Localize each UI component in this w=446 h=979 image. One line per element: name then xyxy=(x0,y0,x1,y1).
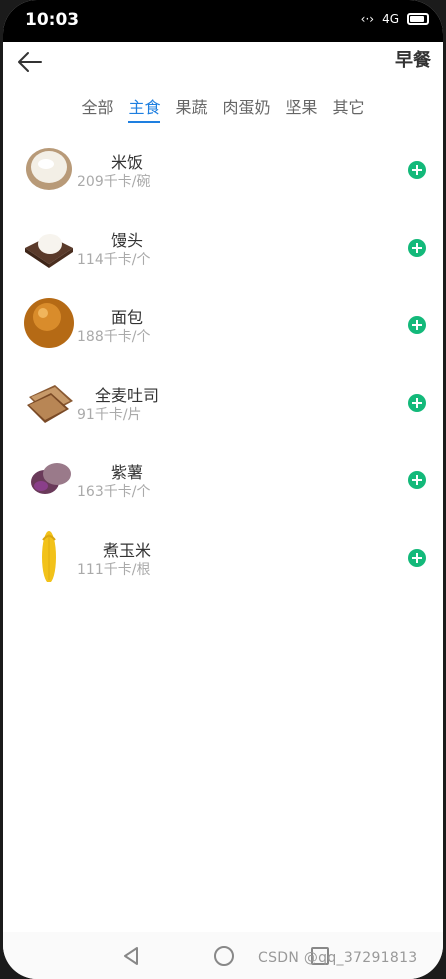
category-tabs: 全部 主食 果蔬 肉蛋奶 坚果 其它 xyxy=(3,94,443,123)
tab-fruit-veg[interactable]: 果蔬 xyxy=(175,94,207,123)
food-calories: 209千卡/碗 xyxy=(77,174,151,190)
add-icon[interactable] xyxy=(408,393,426,412)
tab-meat-egg-milk[interactable]: 肉蛋奶 xyxy=(223,94,271,123)
add-icon[interactable] xyxy=(408,316,426,334)
header: 早餐 xyxy=(3,42,443,82)
tab-nuts[interactable]: 坚果 xyxy=(286,94,318,123)
battery-icon xyxy=(407,13,429,25)
food-name: 紫薯 xyxy=(110,463,143,482)
corn-icon xyxy=(42,530,56,582)
food-name: 面包 xyxy=(110,308,143,327)
status-time: 10:03 xyxy=(25,10,80,30)
add-icon[interactable] xyxy=(408,161,426,179)
phone-screen: 10:03 ‹·› 4G 早餐 全部 主食 果蔬 肉蛋奶 坚果 其它 米饭 20… xyxy=(3,0,443,979)
food-calories: 114千卡/个 xyxy=(77,251,151,268)
add-icon[interactable] xyxy=(408,548,426,567)
food-name: 全麦吐司 xyxy=(94,385,159,405)
page-title: 早餐 xyxy=(395,50,431,71)
food-list: 米饭 209千卡/碗 馒头 114千卡/个 面包 188千卡/个 全麦吐司 91… xyxy=(3,140,443,605)
add-icon[interactable] xyxy=(408,471,426,489)
list-item[interactable]: 米饭 209千卡/碗 xyxy=(3,140,443,218)
tab-other[interactable]: 其它 xyxy=(333,94,365,123)
back-arrow-icon[interactable] xyxy=(15,48,45,76)
food-calories: 91千卡/片 xyxy=(77,406,142,423)
network-label: 4G xyxy=(382,12,399,26)
food-calories: 188千卡/个 xyxy=(77,329,151,345)
status-bar: 10:03 ‹·› 4G xyxy=(3,0,443,42)
food-calories: 111千卡/根 xyxy=(77,561,151,578)
status-icons: ‹·› 4G xyxy=(361,12,429,26)
food-name: 米饭 xyxy=(110,153,143,172)
rice-bowl-icon xyxy=(26,148,72,190)
list-item[interactable]: 全麦吐司 91千卡/片 xyxy=(3,373,443,451)
add-icon[interactable] xyxy=(408,238,426,257)
toast-icon xyxy=(27,384,73,423)
sweet-potato-icon xyxy=(31,463,71,494)
tab-staple[interactable]: 主食 xyxy=(128,94,161,123)
list-item[interactable]: 煮玉米 111千卡/根 xyxy=(3,528,443,606)
list-item[interactable]: 紫薯 163千卡/个 xyxy=(3,450,443,528)
list-item[interactable]: 面包 188千卡/个 xyxy=(3,295,443,373)
list-item[interactable]: 馒头 114千卡/个 xyxy=(3,218,443,296)
food-name: 煮玉米 xyxy=(102,540,151,560)
tab-all[interactable]: 全部 xyxy=(81,94,113,123)
food-calories: 163千卡/个 xyxy=(77,484,151,500)
nav-home-icon[interactable] xyxy=(214,946,234,966)
nav-back-icon[interactable] xyxy=(121,946,141,966)
watermark: CSDN @qq_37291813 xyxy=(258,950,418,966)
food-name: 馒头 xyxy=(110,230,143,250)
link-icon: ‹·› xyxy=(360,12,375,26)
steamed-bun-icon xyxy=(25,233,73,268)
bread-icon xyxy=(24,298,74,348)
